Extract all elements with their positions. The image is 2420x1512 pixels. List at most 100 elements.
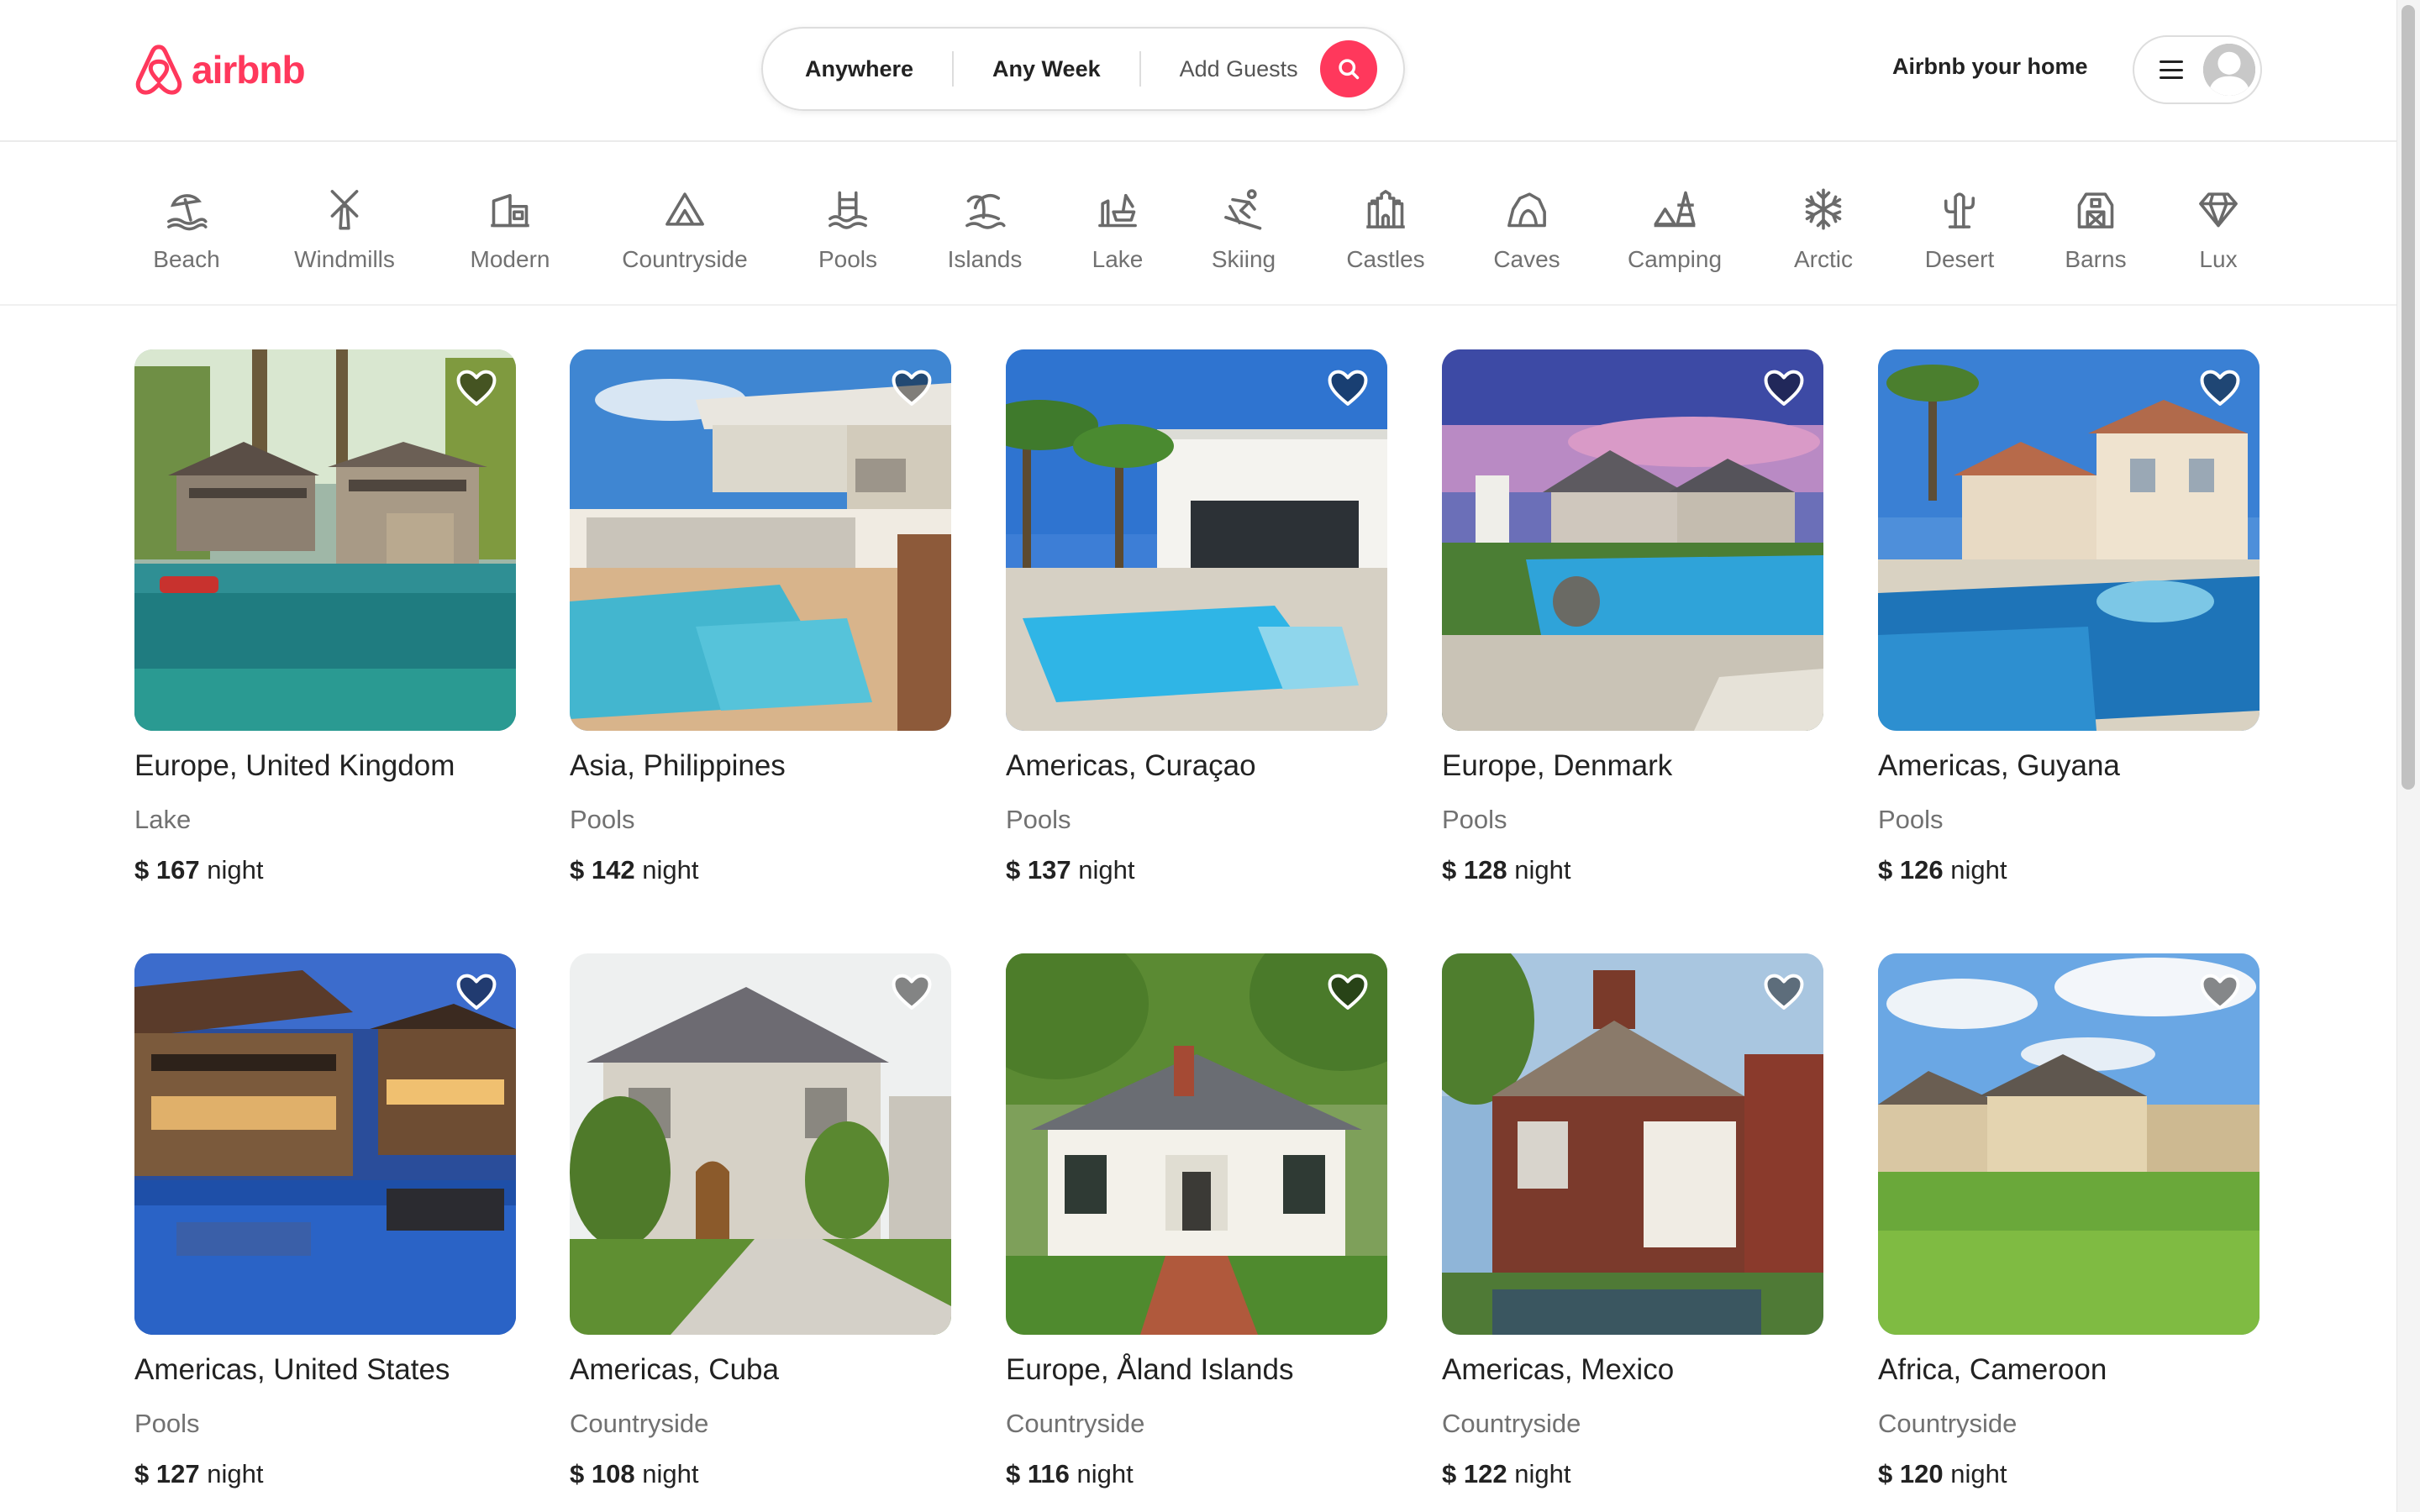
category-label: Arctic <box>1794 246 1853 272</box>
price-unit: night <box>1514 1459 1571 1488</box>
category-countryside[interactable]: Countryside <box>609 187 760 273</box>
listing-card[interactable]: Americas, Mexico Countryside $ 122 night <box>1442 953 1823 1489</box>
save-heart-button[interactable] <box>455 368 497 407</box>
listing-category: Countryside <box>1442 1409 1581 1438</box>
camping-icon <box>1654 191 1696 228</box>
listing-card[interactable]: Europe, United Kingdom Lake $ 167 night <box>134 349 516 885</box>
save-heart-button[interactable] <box>1327 972 1369 1011</box>
listing-category: Pools <box>1878 805 1944 834</box>
listing-location: Europe, United Kingdom <box>134 749 455 782</box>
category-caves[interactable]: Caves <box>1451 187 1602 273</box>
price-unit: night <box>1078 855 1135 885</box>
category-skiing[interactable]: Skiing <box>1168 187 1319 273</box>
lake-icon <box>1098 193 1137 228</box>
airbnb-logo[interactable]: airbnb <box>133 42 306 97</box>
listing-card[interactable]: Americas, United States Pools $ 127 nigh… <box>134 953 516 1489</box>
pool-house-photo <box>570 349 951 731</box>
modern-villa-photo <box>1006 349 1387 731</box>
listing-photo[interactable] <box>134 953 516 1335</box>
save-heart-button[interactable] <box>455 972 497 1011</box>
listing-photo[interactable] <box>1878 953 2260 1335</box>
cave-icon <box>1507 192 1546 228</box>
cactus-icon <box>1944 192 1975 228</box>
listing-location: Americas, United States <box>134 1353 450 1386</box>
category-label: Barns <box>2065 246 2127 272</box>
search-add-guests[interactable]: Add Guests <box>1141 56 1320 82</box>
cottage-photo <box>1006 953 1387 1335</box>
price-amount: $ 167 <box>134 855 200 885</box>
listing-price: $ 122 night <box>1442 1459 1823 1489</box>
listing-card[interactable]: Europe, Denmark Pools $ 128 night <box>1442 349 1823 885</box>
listing-price: $ 128 night <box>1442 855 1823 885</box>
red-barn-house-photo <box>1442 953 1823 1335</box>
listing-category: Pools <box>134 1409 200 1438</box>
category-pools[interactable]: Pools <box>772 187 923 273</box>
windmill-icon <box>330 190 359 230</box>
save-heart-button[interactable] <box>1763 368 1805 407</box>
listing-location: Africa, Cameroon <box>1878 1353 2107 1386</box>
listing-photo[interactable] <box>570 953 951 1335</box>
price-unit: night <box>207 1459 264 1488</box>
listing-price: $ 120 night <box>1878 1459 2260 1489</box>
category-label: Beach <box>153 246 220 272</box>
category-beach[interactable]: Beach <box>111 187 262 273</box>
search-bar[interactable]: Anywhere Any Week Add Guests <box>761 27 1405 111</box>
listing-photo[interactable] <box>1006 953 1387 1335</box>
price-unit: night <box>1514 855 1571 885</box>
listing-card[interactable]: Asia, Philippines Pools $ 142 night <box>570 349 951 885</box>
listing-card[interactable]: Americas, Cuba Countryside $ 108 night <box>570 953 951 1489</box>
listing-photo[interactable] <box>570 349 951 731</box>
heart-icon <box>891 368 933 407</box>
category-castles[interactable]: Castles <box>1310 187 1461 273</box>
listing-location: Americas, Mexico <box>1442 1353 1675 1386</box>
listing-category: Countryside <box>570 1409 709 1438</box>
airbnb-your-home-link[interactable]: Airbnb your home <box>1892 54 2088 80</box>
castle-icon <box>1366 190 1405 228</box>
category-modern[interactable]: Modern <box>434 187 586 273</box>
save-heart-button[interactable] <box>1763 972 1805 1011</box>
skiing-icon <box>1224 189 1262 230</box>
listing-photo[interactable] <box>1006 349 1387 731</box>
save-heart-button[interactable] <box>891 972 933 1011</box>
user-menu-button[interactable] <box>2133 35 2262 104</box>
price-amount: $ 127 <box>134 1459 200 1488</box>
price-amount: $ 120 <box>1878 1459 1944 1488</box>
price-amount: $ 137 <box>1006 855 1071 885</box>
category-camping[interactable]: Camping <box>1599 187 1750 273</box>
heart-icon <box>1327 368 1369 407</box>
scrollbar-thumb[interactable] <box>2402 5 2415 790</box>
diamond-icon <box>2199 192 2238 228</box>
category-lux[interactable]: Lux <box>2143 187 2294 273</box>
price-unit: night <box>207 855 264 885</box>
resort-villa-photo <box>134 953 516 1335</box>
category-windmills[interactable]: Windmills <box>269 187 420 273</box>
listing-photo[interactable] <box>1442 953 1823 1335</box>
search-button[interactable] <box>1319 40 1377 97</box>
listing-photo[interactable] <box>1878 349 2260 731</box>
save-heart-button[interactable] <box>2199 368 2241 407</box>
listing-card[interactable]: Americas, Curaçao Pools $ 137 night <box>1006 349 1387 885</box>
listing-card[interactable]: Europe, Åland Islands Countryside $ 116 … <box>1006 953 1387 1489</box>
heart-icon <box>455 368 497 407</box>
price-amount: $ 122 <box>1442 1459 1507 1488</box>
listing-category: Lake <box>134 805 192 834</box>
save-heart-button[interactable] <box>2199 972 2241 1011</box>
heart-icon <box>1763 368 1805 407</box>
listing-photo[interactable] <box>1442 349 1823 731</box>
category-label: Islands <box>947 246 1023 272</box>
listing-card[interactable]: Africa, Cameroon Countryside $ 120 night <box>1878 953 2260 1489</box>
search-anywhere[interactable]: Anywhere <box>763 56 952 82</box>
save-heart-button[interactable] <box>1327 368 1369 407</box>
save-heart-button[interactable] <box>891 368 933 407</box>
price-unit: night <box>1076 1459 1134 1488</box>
category-arctic[interactable]: Arctic <box>1748 187 1899 273</box>
category-islands[interactable]: Islands <box>909 187 1060 273</box>
menu-icon <box>2160 60 2183 79</box>
pool-icon <box>829 191 867 229</box>
beach-icon <box>167 194 208 231</box>
category-label: Desert <box>1924 246 1995 272</box>
category-desert[interactable]: Desert <box>1884 187 2035 273</box>
listing-photo[interactable] <box>134 349 516 731</box>
search-any-week[interactable]: Any Week <box>954 56 1139 82</box>
listing-card[interactable]: Americas, Guyana Pools $ 126 night <box>1878 349 2260 885</box>
